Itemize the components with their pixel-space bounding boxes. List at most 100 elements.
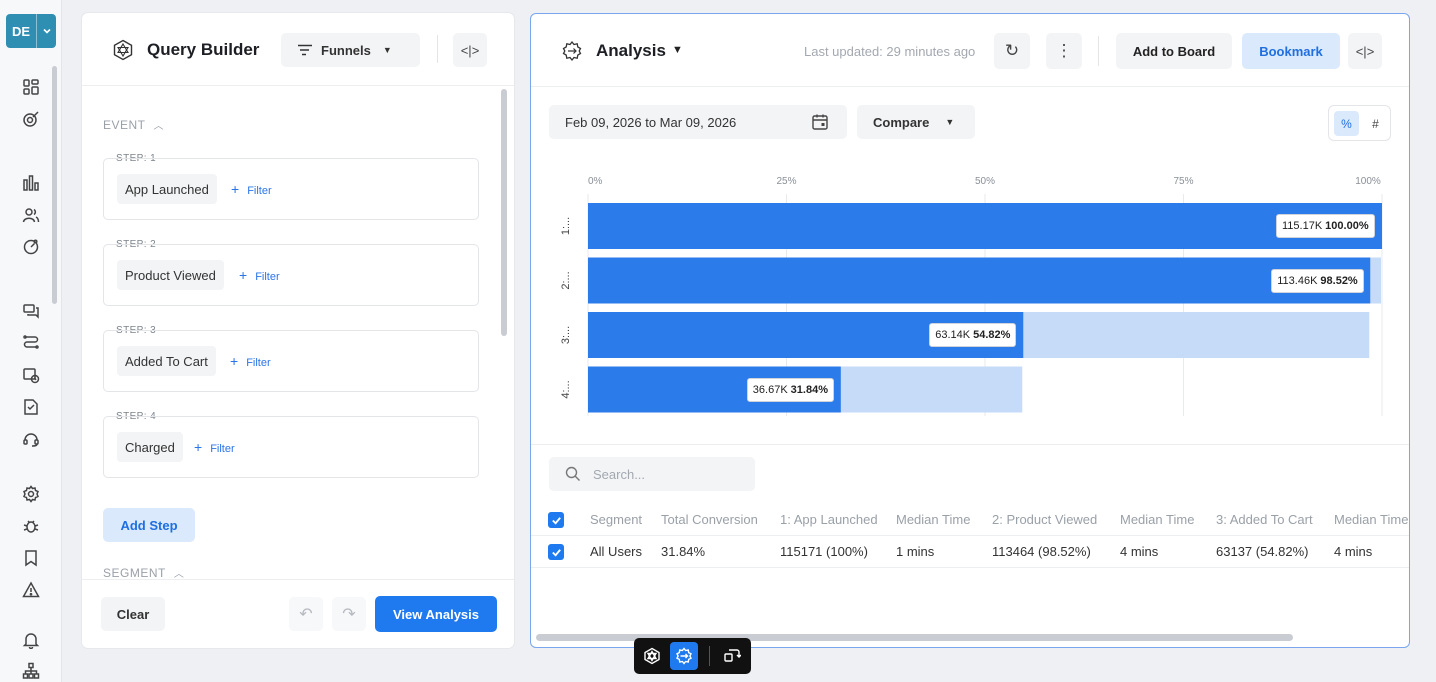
chevron-down-icon <box>36 14 56 48</box>
left-rail: DE <box>0 0 62 682</box>
x-tick-label: 25% <box>776 176 796 187</box>
add-to-board-button[interactable]: Add to Board <box>1116 33 1232 69</box>
bell-icon[interactable] <box>20 629 42 651</box>
funnel-chart-svg: 0% 25% 50% 75% 100% 1:... 2:... 3:... 4:... <box>560 176 1383 416</box>
column-header[interactable]: Total Conversion <box>661 512 758 527</box>
chevron-up-icon: ︿ <box>173 569 185 579</box>
step-2-add-filter[interactable]: + Filter <box>239 267 280 283</box>
filter-label: Filter <box>246 357 271 369</box>
analysis-view-button[interactable] <box>670 642 698 670</box>
bookmark-icon[interactable] <box>20 547 42 569</box>
workspace-switcher[interactable]: DE <box>6 14 56 48</box>
step-3-event-select[interactable]: Added To Cart <box>117 346 216 376</box>
header-divider <box>1098 36 1099 66</box>
view-analysis-button[interactable]: View Analysis <box>375 596 497 632</box>
caret-down-icon: ▼ <box>945 117 955 127</box>
caret-down-icon[interactable]: ▼ <box>672 44 683 56</box>
analysis-title[interactable]: Analysis <box>596 41 666 61</box>
journey-icon[interactable] <box>20 332 42 354</box>
chart-icon[interactable] <box>20 172 42 194</box>
row-checkbox[interactable] <box>548 544 564 560</box>
percent-toggle[interactable]: % <box>1334 111 1359 136</box>
select-all-checkbox[interactable] <box>548 512 564 528</box>
event-section-toggle[interactable]: EVENT ︿ <box>103 117 164 132</box>
rail-scrollbar[interactable] <box>52 66 57 304</box>
x-tick-label: 50% <box>975 176 995 187</box>
bar-count: 115.17K <box>1282 220 1323 232</box>
swap-view-button[interactable] <box>718 642 746 670</box>
table-cell: 4 mins <box>1120 544 1159 559</box>
column-header[interactable]: 1: App Launched <box>780 512 878 527</box>
step-2-event-select[interactable]: Product Viewed <box>117 260 224 290</box>
plus-icon: + <box>231 181 240 197</box>
clear-button[interactable]: Clear <box>101 597 165 631</box>
search-input[interactable] <box>593 465 743 483</box>
undo-button[interactable]: ↶ <box>289 597 323 631</box>
catalog-icon[interactable] <box>20 396 42 418</box>
step-4-add-filter[interactable]: + Filter <box>194 439 235 455</box>
collapse-panel-button[interactable]: <|> <box>453 33 487 67</box>
table-search <box>549 457 755 491</box>
date-range-picker[interactable]: Feb 09, 2026 to Mar 09, 2026 <box>549 105 847 139</box>
step-1-event-select[interactable]: App Launched <box>117 174 217 204</box>
compare-dropdown[interactable]: Compare ▼ <box>857 105 975 139</box>
campaign-history-icon[interactable] <box>20 364 42 386</box>
add-step-button[interactable]: Add Step <box>103 508 195 542</box>
refresh-button[interactable]: ↻ <box>994 33 1030 69</box>
filter-label: Filter <box>247 185 272 197</box>
filter-label: Filter <box>210 443 235 455</box>
live-icon[interactable] <box>20 236 42 258</box>
analysis-gear-icon <box>562 40 582 62</box>
code-brackets-icon: <|> <box>1355 43 1375 59</box>
chevron-up-icon: ︿ <box>153 121 165 132</box>
date-range-text: Feb 09, 2026 to Mar 09, 2026 <box>565 114 737 130</box>
bar-value-label: 36.67K 31.84% <box>746 377 834 402</box>
segment-section-toggle[interactable]: SEGMENT ︿ <box>103 565 184 579</box>
column-header[interactable]: Median Time <box>1120 512 1194 527</box>
check-icon <box>551 548 561 557</box>
messages-icon[interactable] <box>20 300 42 322</box>
x-tick-label: 100% <box>1355 176 1381 187</box>
table-cell: 115171 (100%) <box>780 544 868 559</box>
bookmark-button[interactable]: Bookmark <box>1242 33 1340 69</box>
column-header[interactable]: Segment <box>590 512 642 527</box>
support-icon[interactable] <box>20 428 42 450</box>
column-header[interactable]: Median Time <box>896 512 970 527</box>
expand-panel-button[interactable]: <|> <box>1348 33 1382 69</box>
bar-value-label: 63.14K 54.82% <box>929 323 1017 347</box>
funnel-bar[interactable] <box>588 203 1382 249</box>
step-card-2: Product Viewed + Filter <box>103 244 479 306</box>
column-header[interactable]: 3: Added To Cart <box>1216 512 1313 527</box>
segments-icon[interactable] <box>20 108 42 130</box>
analysis-gear-icon <box>676 647 692 665</box>
bar-percent: 100.00% <box>1325 220 1369 232</box>
column-header[interactable]: 2: Product Viewed <box>992 512 1097 527</box>
dashboard-icon[interactable] <box>20 76 42 98</box>
bar-value-label: 113.46K 98.52% <box>1271 268 1364 293</box>
step-1-add-filter[interactable]: + Filter <box>231 181 272 197</box>
redo-button[interactable]: ↷ <box>332 597 366 631</box>
step-3-add-filter[interactable]: + Filter <box>230 353 271 369</box>
count-toggle[interactable]: # <box>1363 111 1388 136</box>
plus-icon: + <box>194 439 203 455</box>
code-brackets-icon: <|> <box>460 42 480 58</box>
value-mode-toggle: % # <box>1328 105 1391 141</box>
alert-icon[interactable] <box>20 579 42 601</box>
query-builder-view-button[interactable] <box>638 642 666 670</box>
settings-icon[interactable] <box>20 483 42 505</box>
users-icon[interactable] <box>20 204 42 226</box>
query-builder-header: Query Builder Funnels ▼ <|> <box>82 13 514 86</box>
debug-icon[interactable] <box>20 515 42 537</box>
funnel-bar[interactable] <box>588 257 1371 304</box>
undo-icon: ↶ <box>299 606 313 623</box>
step-4-event-select[interactable]: Charged <box>117 432 183 462</box>
header-divider <box>437 35 438 63</box>
query-builder-icon <box>644 647 660 665</box>
bar-value-label: 115.17K 100.00% <box>1276 214 1375 238</box>
table-cell: 4 mins <box>1334 544 1373 559</box>
more-options-button[interactable]: ⋮ <box>1046 33 1082 69</box>
analysis-type-dropdown[interactable]: Funnels ▼ <box>281 33 420 67</box>
column-header[interactable]: Median Time <box>1334 512 1408 527</box>
hierarchy-icon[interactable] <box>20 660 42 682</box>
query-builder-scrollbar[interactable] <box>501 89 507 336</box>
